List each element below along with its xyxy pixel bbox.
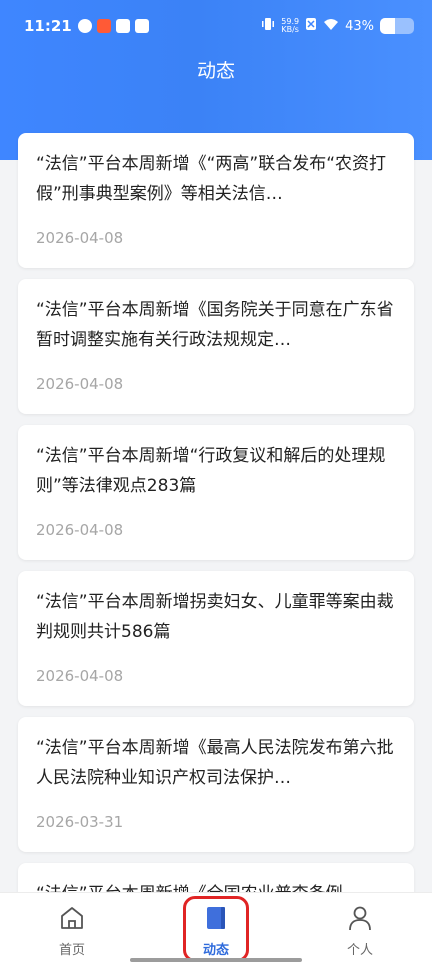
home-indicator[interactable] [130,958,302,962]
status-time: 11:21 [24,17,72,35]
vibrate-icon [261,17,275,35]
list-item-title: “法信”平台本周新增《国务院关于同意在广东省暂时调整实施有关行政法规规定… [36,300,394,350]
list-item-date: 2026-04-08 [36,667,124,685]
list-item-date: 2026-04-08 [36,375,124,393]
tab-home-label: 首页 [58,943,85,958]
list-item-date: 2026-04-08 [36,229,124,247]
sim-off-icon [305,17,317,35]
mail-icon [115,19,130,33]
user-icon [346,905,374,931]
home-icon [58,905,86,931]
battery-fill [380,18,395,34]
network-speed-unit: KB/s [281,25,299,34]
tab-profile[interactable]: 个人 [310,893,410,964]
list-item-title: “法信”平台本周新增“行政复议和解后的处理规则”等法律观点283篇 [36,446,386,496]
feed-list: “法信”平台本周新增《“两高”联合发布“农资打假”刑事典型案例》等相关法信… 2… [18,133,414,964]
battery-icon [380,18,414,34]
list-item-date: 2026-04-08 [36,521,124,539]
app-notification-icon [134,19,149,33]
battery-percent: 43% [345,18,374,34]
list-item[interactable]: “法信”平台本周新增《国务院关于同意在广东省暂时调整实施有关行政法规规定… 20… [18,279,414,414]
tab-home[interactable]: 首页 [22,893,122,964]
list-item[interactable]: “法信”平台本周新增“行政复议和解后的处理规则”等法律观点283篇 2026-0… [18,425,414,560]
selection-highlight [183,896,249,962]
network-speed: 59.9 KB/s [281,18,299,34]
list-item-title: “法信”平台本周新增《最高人民法院发布第六批人民法院种业知识产权司法保护… [36,738,394,788]
list-item[interactable]: “法信”平台本周新增拐卖妇女、儿童罪等案由裁判规则共计586篇 2026-04-… [18,571,414,706]
app-notification-icon [77,19,92,33]
wifi-icon [323,18,339,35]
tab-profile-label: 个人 [346,943,373,958]
list-item-title: “法信”平台本周新增拐卖妇女、儿童罪等案由裁判规则共计586篇 [36,592,394,642]
list-item[interactable]: “法信”平台本周新增《“两高”联合发布“农资打假”刑事典型案例》等相关法信… 2… [18,133,414,268]
list-item[interactable]: “法信”平台本周新增《最高人民法院发布第六批人民法院种业知识产权司法保护… 20… [18,717,414,852]
app-notification-icon [96,19,111,33]
list-item-date: 2026-03-31 [36,813,124,831]
list-item-title: “法信”平台本周新增《“两高”联合发布“农资打假”刑事典型案例》等相关法信… [36,154,387,204]
status-bar: 11:21 59.9 KB/s 43% [0,0,432,52]
page-title: 动态 [196,60,235,82]
